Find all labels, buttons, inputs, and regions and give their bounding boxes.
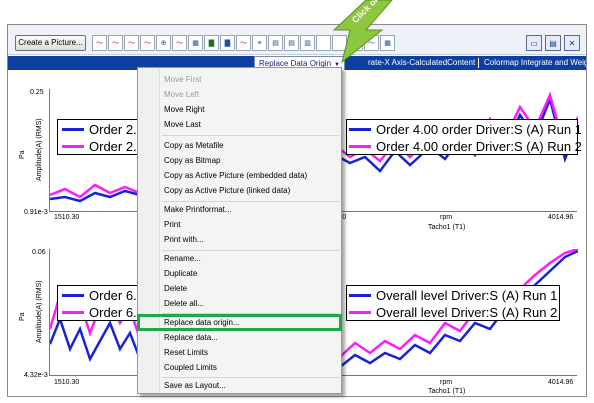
tab-colormap-integrate-weight[interactable]: Colormap Integrate and Weight [484, 56, 586, 70]
grid-icon[interactable]: ▤ [284, 35, 299, 51]
menu-item-replace-data-origin[interactable]: Replace data origin... [137, 314, 342, 331]
legend-swatch [349, 310, 371, 314]
y-unit-label: Pa [19, 150, 26, 159]
chart-icon[interactable]: 〜 [124, 35, 139, 51]
x-max-label: 4014.96 [548, 214, 574, 221]
legend-entry: Overall level Driver:S (A) Run 2 [349, 304, 557, 320]
legend-label: Order 2.0 [89, 138, 144, 154]
legend-label: Order 6.0 [89, 304, 144, 320]
menu-item-copy-active-linked[interactable]: Copy as Active Picture (linked data) [138, 183, 341, 198]
x-min-label: 1510.30 [54, 379, 80, 386]
menu-item-copy-metafile[interactable]: Copy as Metafile [138, 138, 341, 153]
legend-label: Order 4.00 order Driver:S (A) Run 2 [376, 138, 582, 154]
menu-item-save-as-layout[interactable]: Save as Layout... [138, 378, 341, 393]
menu-item-move-left[interactable]: Move Left [138, 87, 341, 102]
menu-item-delete[interactable]: Delete [138, 281, 341, 296]
legend-swatch [62, 310, 84, 314]
legend-swatch [62, 144, 84, 148]
x-axis-title: Tacho1 (T1) [428, 388, 466, 395]
legend-entry: Order 4.00 order Driver:S (A) Run 2 [349, 138, 582, 154]
chart-icon[interactable]: ⊕ [156, 35, 171, 51]
legend-entry: Order 6.0 [62, 304, 144, 320]
menu-separator [162, 313, 339, 314]
menu-item-copy-active-embedded[interactable]: Copy as Active Picture (embedded data) [138, 168, 341, 183]
y-max-label: 0.06 [32, 249, 46, 256]
menu-item-coupled-limits[interactable]: Coupled Limits [138, 360, 341, 375]
chart-icon[interactable]: ≡ [252, 35, 267, 51]
create-picture-button[interactable]: Create a Picture... [15, 35, 86, 51]
y-min-label: 4.32e-3 [24, 372, 48, 379]
bar-chart-icon[interactable]: ▇ [220, 35, 235, 51]
menu-item-replace-data[interactable]: Replace data... [138, 330, 341, 345]
tab-divider [478, 58, 479, 68]
legend-entry: Order 4.00 order Driver:S (A) Run 1 [349, 121, 582, 137]
legend-label: Order 6.0 [89, 287, 144, 303]
y-axis-title: Amplitude(A) (RMS) [36, 118, 43, 181]
layout-icon[interactable]: ▤ [545, 35, 561, 51]
legend-entry: Order 2.0 [62, 121, 144, 137]
menu-item-copy-bitmap[interactable]: Copy as Bitmap [138, 153, 341, 168]
chart-icon[interactable]: 〜 [108, 35, 123, 51]
legend-label: Overall level Driver:S (A) Run 1 [376, 287, 558, 303]
y-unit-label: Pa [19, 312, 26, 321]
legend-entry: Order 6.0 [62, 287, 144, 303]
chart-icon[interactable]: 〜 [92, 35, 107, 51]
context-menu: Move First Move Left Move Right Move Las… [137, 67, 342, 394]
legend-left[interactable]: Order 2.0 Order 2.0 [57, 119, 147, 155]
menu-item-print-with[interactable]: Print with... [138, 232, 341, 247]
legend-label: Order 2.0 [89, 121, 144, 137]
legend-entry: Overall level Driver:S (A) Run 1 [349, 287, 557, 303]
legend-entry: Order 2.0 [62, 138, 144, 154]
chart-icon[interactable]: ▦ [188, 35, 203, 51]
menu-item-rename[interactable]: Rename... [138, 251, 341, 266]
y-min-label: 0.91e-3 [24, 209, 48, 216]
y-axis-title: Amplitude(A) (RMS) [36, 280, 43, 343]
x-unit-label: rpm [440, 379, 453, 386]
table-icon[interactable]: ▥ [300, 35, 315, 51]
window-icon[interactable]: ▭ [526, 35, 542, 51]
menu-item-delete-all[interactable]: Delete all... [138, 296, 341, 311]
menu-separator [162, 135, 339, 136]
menu-item-print[interactable]: Print [138, 217, 341, 232]
legend-swatch [349, 144, 371, 148]
x-max-label: 4014.96 [548, 379, 574, 386]
chart-icon[interactable]: 〜 [172, 35, 187, 51]
chart-icon[interactable]: 〜 [140, 35, 155, 51]
legend-swatch [349, 293, 371, 297]
menu-item-make-printformat[interactable]: Make Printformat... [138, 202, 341, 217]
legend-right[interactable]: Overall level Driver:S (A) Run 1 Overall… [346, 285, 560, 321]
legend-label: Overall level Driver:S (A) Run 2 [376, 304, 558, 320]
legend-swatch [62, 127, 84, 131]
x-unit-label: rpm [440, 214, 453, 221]
grid-icon[interactable]: ▤ [268, 35, 283, 51]
menu-item-reset-limits[interactable]: Reset Limits [138, 345, 341, 360]
menu-item-duplicate[interactable]: Duplicate [138, 266, 341, 281]
legend-swatch [349, 127, 371, 131]
close-icon[interactable]: ✕ [564, 35, 580, 51]
bar-chart-icon[interactable]: ▇ [204, 35, 219, 51]
y-max-label: 0.25 [30, 89, 44, 96]
menu-item-move-right[interactable]: Move Right [138, 102, 341, 117]
toolbar: Create a Picture... 〜 〜 〜 〜 ⊕ 〜 ▦ ▇ ▇ 〜 … [8, 25, 586, 55]
legend-right[interactable]: Order 4.00 order Driver:S (A) Run 1 Orde… [346, 119, 582, 155]
x-axis-title: Tacho1 (T1) [428, 224, 466, 231]
menu-item-move-first[interactable]: Move First [138, 72, 341, 87]
window-controls: ▭ ▤ ✕ [526, 35, 580, 51]
legend-label: Order 4.00 order Driver:S (A) Run 1 [376, 121, 582, 137]
chart-icon[interactable]: 〜 [236, 35, 251, 51]
menu-item-move-last[interactable]: Move Last [138, 117, 341, 132]
legend-swatch [62, 293, 84, 297]
x-min-label: 1510.30 [54, 214, 80, 221]
legend-left[interactable]: Order 6.0 Order 6.0 [57, 285, 147, 321]
